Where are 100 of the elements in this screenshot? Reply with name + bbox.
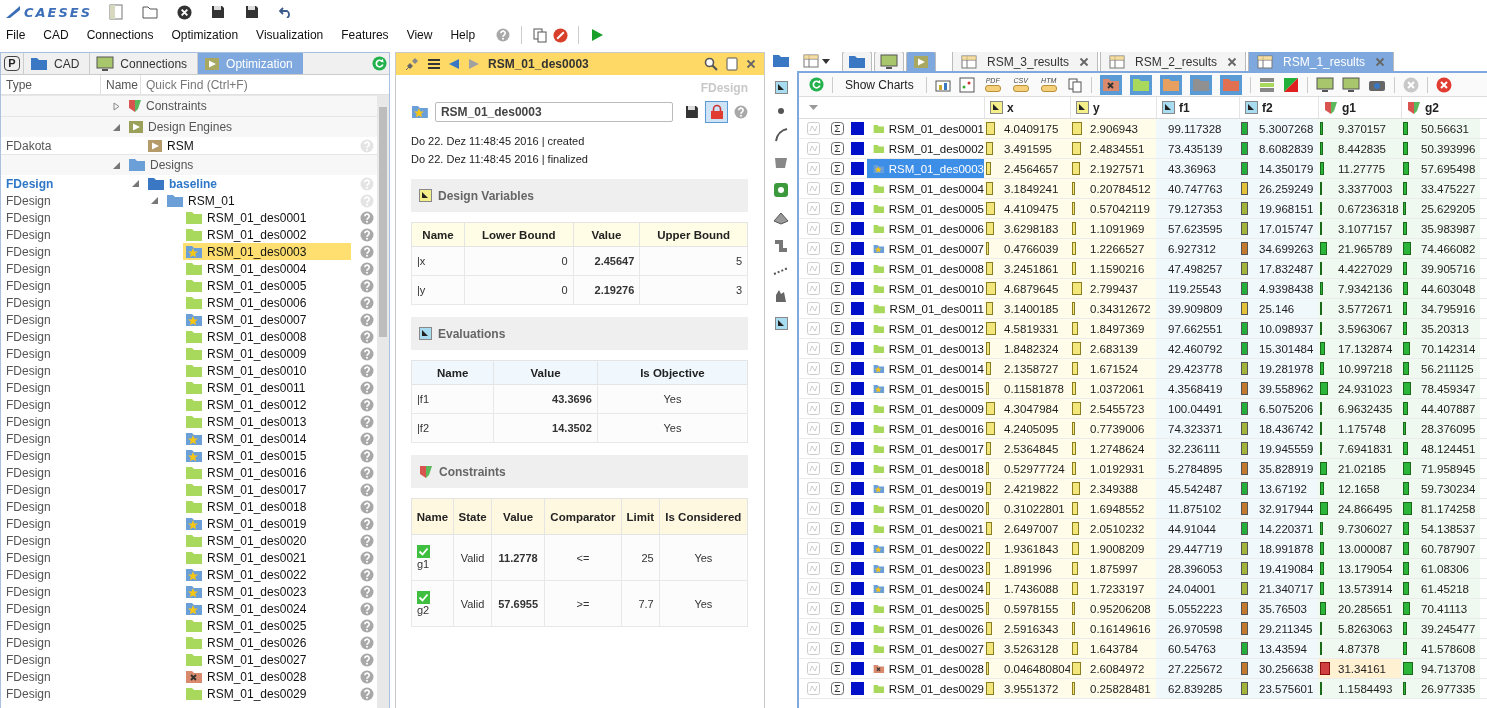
tree-item[interactable]: RSM_01_des0015	[183, 447, 351, 464]
sum-icon[interactable]	[830, 342, 844, 355]
menu-item[interactable]: Features	[341, 28, 397, 42]
color-swatch[interactable]	[850, 182, 864, 195]
tree-item[interactable]: RSM_01_des0027	[183, 651, 351, 668]
chart-toggle-icon[interactable]	[806, 502, 820, 515]
design-name[interactable]: RSM_01_des0025	[867, 599, 984, 618]
chart-toggle-icon[interactable]	[806, 182, 820, 195]
name-field[interactable]: RSM_01_des0003	[434, 102, 674, 122]
curve-icon[interactable]	[774, 128, 788, 142]
sum-icon[interactable]	[830, 282, 844, 295]
color-swatch[interactable]	[850, 582, 864, 595]
surface-icon[interactable]	[774, 155, 788, 169]
design-name[interactable]: RSM_01_des0018	[867, 459, 984, 478]
help-icon[interactable]	[360, 533, 374, 548]
help-icon[interactable]	[734, 105, 748, 119]
chart-toggle-icon[interactable]	[806, 382, 820, 395]
sum-icon[interactable]	[830, 382, 844, 395]
sum-icon[interactable]	[830, 602, 844, 615]
dotted-line-icon[interactable]	[773, 267, 789, 275]
menu-item[interactable]: View	[406, 28, 441, 42]
column-header[interactable]: f2	[1239, 97, 1318, 118]
tree-item[interactable]: RSM_01_des0028	[183, 668, 351, 685]
chart-toggle-icon[interactable]	[806, 682, 820, 695]
chart-toggle-icon[interactable]	[806, 622, 820, 635]
color-swatch[interactable]	[850, 482, 864, 495]
close-icon[interactable]	[176, 4, 192, 20]
tree-item[interactable]: RSM_01_des0010	[183, 362, 351, 379]
column-header[interactable]: g1	[1318, 97, 1401, 118]
sum-icon[interactable]	[830, 322, 844, 335]
help-icon[interactable]	[360, 635, 374, 650]
run-monitor-icon[interactable]	[1315, 76, 1334, 93]
color-swatch[interactable]	[850, 442, 864, 455]
tree-item[interactable]: RSM_01_des0003	[183, 243, 351, 260]
help-icon[interactable]	[360, 499, 374, 514]
design-name[interactable]: RSM_01_des0021	[867, 519, 984, 538]
project-button[interactable]: P	[4, 56, 20, 71]
help-icon[interactable]	[360, 346, 374, 361]
column-header[interactable]: f1	[1156, 97, 1239, 118]
chart-toggle-icon[interactable]	[806, 402, 820, 415]
tree-item[interactable]: RSM_01_des0017	[183, 481, 351, 498]
chart-toggle-icon[interactable]	[806, 442, 820, 455]
help-icon[interactable]	[360, 601, 374, 616]
help-icon[interactable]	[360, 380, 374, 395]
tree-item[interactable]: RSM_01_des0002	[183, 226, 351, 243]
point-icon[interactable]	[777, 107, 785, 115]
view-tab[interactable]	[874, 52, 904, 71]
menu-item[interactable]: Visualization	[256, 28, 332, 42]
refresh-icon[interactable]	[809, 77, 824, 92]
tree-item[interactable]: RSM_01_des0018	[183, 498, 351, 515]
help-icon[interactable]	[360, 686, 374, 701]
filter-toggle[interactable]	[1129, 74, 1152, 95]
design-name[interactable]: RSM_01_des0019	[867, 479, 984, 498]
color-swatch[interactable]	[850, 622, 864, 635]
save-as-icon[interactable]	[245, 5, 260, 19]
color-swatch[interactable]	[850, 302, 864, 315]
design-name[interactable]: RSM_01_des0004	[867, 179, 984, 198]
sum-icon[interactable]	[830, 242, 844, 255]
help-icon[interactable]	[360, 227, 374, 242]
design-name[interactable]: RSM_01_des0017	[867, 439, 984, 458]
sum-icon[interactable]	[830, 222, 844, 235]
help-icon[interactable]	[360, 261, 374, 276]
chart-toggle-icon[interactable]	[806, 282, 820, 295]
quick-find-field[interactable]: Quick Find (Ctrl+F)	[141, 76, 389, 93]
tree-item[interactable]: RSM_01_des0001	[183, 209, 351, 226]
column-header[interactable]: g2	[1401, 97, 1480, 118]
sum-icon[interactable]	[830, 562, 844, 575]
help-icon[interactable]	[360, 210, 374, 225]
copy-icon[interactable]	[532, 27, 549, 43]
color-map-icon[interactable]	[1282, 76, 1299, 93]
color-swatch[interactable]	[850, 222, 864, 235]
design-name[interactable]: RSM_01_des0008	[867, 259, 984, 278]
color-swatch[interactable]	[850, 602, 864, 615]
color-swatch[interactable]	[850, 502, 864, 515]
filter-toggle[interactable]	[1159, 74, 1182, 95]
tree-item[interactable]: RSM_01_des0014	[183, 430, 351, 447]
copy-icon[interactable]	[726, 57, 738, 71]
folder-icon[interactable]	[772, 54, 790, 68]
sum-icon[interactable]	[830, 662, 844, 675]
tree-item[interactable]: RSM	[145, 137, 351, 154]
search-icon[interactable]	[704, 57, 718, 71]
help-icon[interactable]	[360, 312, 374, 327]
tree-item[interactable]: RSM_01_des0024	[183, 600, 351, 617]
color-swatch[interactable]	[850, 262, 864, 275]
back-icon[interactable]	[448, 58, 460, 70]
sort-menu-icon[interactable]	[808, 105, 818, 110]
help-icon[interactable]	[360, 652, 374, 667]
menu-icon[interactable]	[428, 59, 440, 69]
tree-item[interactable]: RSM_01_des0023	[183, 583, 351, 600]
color-swatch[interactable]	[850, 382, 864, 395]
help-icon[interactable]	[360, 448, 374, 463]
chart-toggle-icon[interactable]	[806, 542, 820, 555]
chart-toggle-icon[interactable]	[806, 222, 820, 235]
design-name[interactable]: RSM_01_des0001	[867, 119, 984, 138]
chart-toggle-icon[interactable]	[806, 602, 820, 615]
update-monitor-icon[interactable]	[1341, 76, 1360, 93]
tree-item[interactable]: RSM_01_des0022	[183, 566, 351, 583]
tree-item[interactable]: RSM_01_des0011	[183, 379, 351, 396]
help-icon[interactable]	[496, 28, 511, 42]
help-icon[interactable]	[360, 414, 374, 429]
